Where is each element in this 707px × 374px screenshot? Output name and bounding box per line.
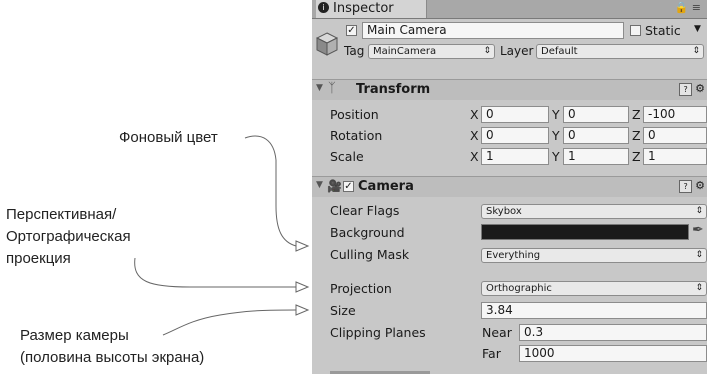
background-label: Background [330, 225, 405, 240]
position-x-field[interactable]: 0 [481, 106, 549, 123]
position-x-label: X [470, 107, 479, 122]
size-label: Size [330, 303, 356, 318]
annotation-size-line1: Размер камеры [20, 327, 129, 344]
transform-tools[interactable]: ? ⚙ [679, 82, 705, 96]
foldout-arrow-icon[interactable]: ▼ [316, 180, 323, 190]
scale-z-field[interactable]: 1 [643, 148, 707, 165]
tag-label: Tag [344, 44, 365, 58]
near-label: Near [482, 325, 512, 340]
camera-enabled-checkbox[interactable]: ✓ [343, 181, 354, 192]
far-label: Far [482, 346, 501, 361]
eyedropper-icon[interactable]: ✒ [692, 222, 704, 238]
culling-mask-arrow-icon: ⇕ [695, 250, 703, 260]
camera-header[interactable]: ▼ 🎥 ✓ Camera ? ⚙ [312, 176, 707, 197]
rotation-y-label: Y [552, 128, 560, 143]
static-dropdown-arrow[interactable]: ▼ [694, 24, 701, 34]
culling-mask-value: Everything [486, 250, 541, 261]
annotation-projection-line1: Перспективная/ [6, 206, 117, 223]
rotation-x-field[interactable]: 0 [481, 127, 549, 144]
foldout-arrow-icon[interactable]: ▼ [316, 83, 323, 93]
near-field[interactable]: 0.3 [519, 324, 707, 341]
transform-title: Transform [356, 82, 431, 97]
active-checkbox[interactable]: ✓ [346, 25, 357, 36]
clipping-planes-label: Clipping Planes [330, 325, 426, 340]
culling-mask-label: Culling Mask [330, 247, 410, 262]
annotation-size-line2: (половина высоты экрана) [20, 349, 205, 366]
position-z-label: Z [632, 107, 641, 122]
inspector-tabbar: i Inspector 🔒 ≡ [312, 0, 707, 19]
position-label: Position [330, 107, 379, 122]
tag-dropdown[interactable]: MainCamera ⇕ [368, 44, 495, 59]
layer-dropdown[interactable]: Default ⇕ [536, 44, 704, 59]
camera-tools[interactable]: ? ⚙ [679, 179, 705, 193]
projection-value: Orthographic [486, 283, 552, 294]
annotation-projection-line2: Ортографическая [6, 228, 131, 245]
clear-flags-dropdown[interactable]: Skybox ⇕ [481, 204, 707, 219]
tab-menu-icons[interactable]: 🔒 ≡ [675, 1, 701, 14]
tag-value: MainCamera [373, 46, 437, 57]
background-color-swatch[interactable] [481, 224, 689, 240]
projection-label: Projection [330, 281, 392, 296]
projection-arrow-icon: ⇕ [695, 283, 703, 293]
transform-icon: ᛉ [328, 81, 336, 96]
scale-x-field[interactable]: 1 [481, 148, 549, 165]
culling-mask-dropdown[interactable]: Everything ⇕ [481, 248, 707, 263]
rotation-label: Rotation [330, 128, 383, 143]
position-y-label: Y [552, 107, 560, 122]
tab-inspector[interactable]: i Inspector [316, 0, 427, 18]
scale-x-label: X [470, 149, 479, 164]
info-icon: i [318, 2, 329, 13]
transform-header[interactable]: ▼ ᛉ Transform ? ⚙ [312, 79, 707, 100]
rotation-x-label: X [470, 128, 479, 143]
rotation-z-label: Z [632, 128, 641, 143]
tag-arrow-icon: ⇕ [483, 46, 491, 56]
scale-z-label: Z [632, 149, 641, 164]
camera-title: Camera [358, 179, 414, 194]
help-icon[interactable]: ? [679, 180, 693, 193]
layer-label: Layer [500, 44, 534, 58]
gear-icon[interactable]: ⚙ [695, 82, 705, 95]
size-field[interactable]: 3.84 [481, 302, 707, 319]
tab-title: Inspector [333, 1, 394, 16]
clear-flags-label: Clear Flags [330, 203, 400, 218]
rotation-z-field[interactable]: 0 [643, 127, 707, 144]
annotation-background-color: Фоновый цвет [119, 129, 218, 146]
scale-label: Scale [330, 149, 364, 164]
camera-icon: 🎥 [327, 179, 342, 193]
rotation-y-field[interactable]: 0 [563, 127, 629, 144]
scale-y-field[interactable]: 1 [563, 148, 629, 165]
layer-arrow-icon: ⇕ [692, 46, 700, 56]
position-z-field[interactable]: -100 [643, 106, 707, 123]
cutoff-row [330, 367, 450, 374]
scale-y-label: Y [552, 149, 560, 164]
inspector-panel: i Inspector 🔒 ≡ ✓ Main Camera Static ▼ T… [312, 0, 707, 374]
annotation-projection-line3: проекция [6, 250, 71, 267]
far-field[interactable]: 1000 [519, 345, 707, 362]
clear-flags-value: Skybox [486, 206, 522, 217]
help-icon[interactable]: ? [679, 83, 693, 96]
layer-value: Default [541, 46, 578, 57]
static-checkbox[interactable] [630, 25, 641, 36]
gear-icon[interactable]: ⚙ [695, 179, 705, 192]
menu-icon[interactable]: ≡ [692, 1, 701, 14]
projection-dropdown[interactable]: Orthographic ⇕ [481, 281, 707, 296]
static-label: Static [645, 23, 681, 38]
lock-icon[interactable]: 🔒 [675, 1, 689, 14]
clear-flags-arrow-icon: ⇕ [695, 206, 703, 216]
object-name-field[interactable]: Main Camera [362, 22, 624, 39]
gameobject-cube-icon [316, 32, 338, 56]
position-y-field[interactable]: 0 [563, 106, 629, 123]
